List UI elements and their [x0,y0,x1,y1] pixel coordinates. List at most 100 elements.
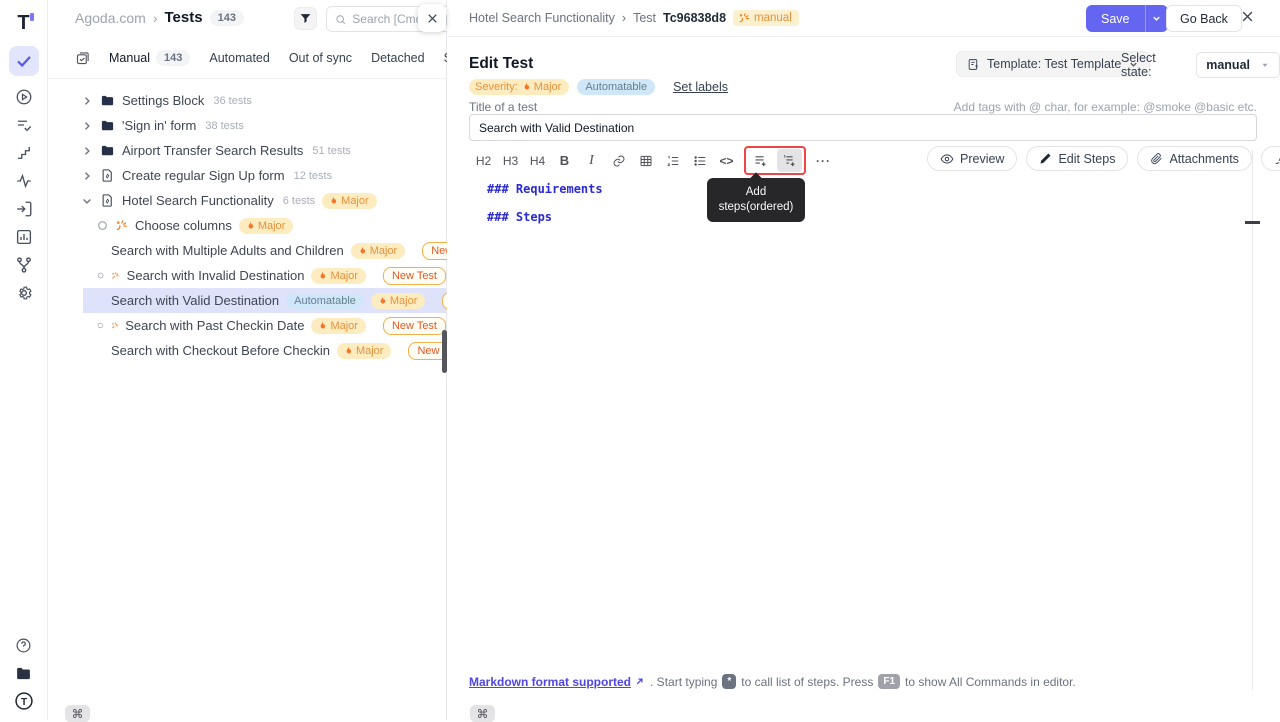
preview-button[interactable]: Preview [927,146,1017,171]
manual-snap-icon [738,12,750,24]
tab-automated[interactable]: Automated [209,51,269,65]
attachments-button[interactable]: Attachments [1137,146,1251,171]
link-button[interactable] [606,149,631,172]
markdown-editor[interactable]: ### Requirements ### Steps [469,176,1240,660]
editor-line-requirements: ### Requirements [487,182,603,196]
automatable-badge[interactable]: Automatable [577,79,655,95]
flame-icon [317,321,327,331]
play-circle-icon [15,88,33,106]
tree-test-choose-columns[interactable]: Choose columns Major [83,213,446,238]
major-badge: Major [371,293,426,309]
state-select[interactable]: manual [1196,52,1280,78]
add-steps-unordered-button[interactable] [748,149,773,172]
tree-test-multiple-adults[interactable]: Search with Multiple Adults and Children… [83,238,446,263]
close-icon [426,12,439,25]
add-steps-ordered-button[interactable] [777,149,802,172]
runs-nav-icon[interactable] [9,82,39,112]
table-button[interactable] [633,149,658,172]
set-labels-link[interactable]: Set labels [673,80,728,94]
bullet-list-button[interactable] [687,149,712,172]
tree-test-invalid-destination[interactable]: Search with Invalid Destination Major Ne… [83,263,446,288]
major-badge: Major [239,218,294,234]
help-icon[interactable] [9,630,39,660]
state-select-label: Select state: [1121,51,1188,79]
sidebar-close-button[interactable] [418,4,446,32]
document-icon [100,193,115,208]
breadcrumb-test-label: Test [633,11,656,25]
tree-test-checkout-before-checkin[interactable]: Search with Checkout Before Checkin Majo… [83,338,446,363]
markdown-help-link[interactable]: Markdown format supported [469,675,645,689]
tree-suite-hotel-search[interactable]: Hotel Search Functionality 6 tests Major [75,188,446,213]
add-steps-tooltip: Add steps(ordered) [707,178,805,222]
tree-test-valid-destination[interactable]: Search with Valid Destination Automatabl… [83,288,446,313]
reports-nav-icon[interactable] [9,222,39,252]
save-button[interactable]: Save [1086,5,1145,32]
breadcrumb-separator: › [153,10,158,26]
tab-detached[interactable]: Detached [371,51,425,65]
ordered-list-add-icon [782,153,797,168]
flame-icon [245,221,255,231]
plans-nav-icon[interactable] [9,110,39,140]
bold-button[interactable]: B [552,149,577,172]
search-icon [335,13,346,26]
italic-button[interactable]: I [579,149,604,172]
tabs-divider [48,78,447,79]
heading3-button[interactable]: H3 [498,149,523,172]
tab-manual[interactable]: Manual 143 [109,50,190,66]
branches-nav-icon[interactable] [9,250,39,280]
folder-icon [100,118,115,133]
link-icon [612,154,626,168]
tree-folder-airport-transfer[interactable]: Airport Transfer Search Results 51 tests [75,138,446,163]
app-logo[interactable]: T [9,8,39,38]
flame-icon [357,246,367,256]
toolbar-more-button[interactable]: ··· [811,149,836,172]
import-nav-icon[interactable] [9,194,39,224]
go-back-button[interactable]: Go Back [1166,5,1242,32]
brand-circle-icon: T [14,691,34,711]
draw-button[interactable]: Draw [1261,146,1280,171]
manual-snap-icon [111,319,119,332]
edit-steps-button[interactable]: Edit Steps [1026,146,1128,171]
tree-folder-settings-block[interactable]: Settings Block 36 tests [75,88,446,113]
table-icon [639,154,653,168]
panel-close-button[interactable] [1240,9,1255,24]
breadcrumb-suite[interactable]: Hotel Search Functionality [469,11,615,25]
settings-nav-icon[interactable] [9,278,39,308]
test-title-input[interactable] [469,114,1257,141]
chevron-down-icon [1151,13,1162,24]
ordered-list-button[interactable] [660,149,685,172]
pulse-nav-icon[interactable] [9,166,39,196]
tree-test-past-checkin[interactable]: Search with Past Checkin Date Major New … [83,313,446,338]
tree-suite-create-sign-up[interactable]: Create regular Sign Up form 12 tests [75,163,446,188]
breadcrumb-project[interactable]: Agoda.com [75,10,146,26]
profile-icon[interactable]: T [9,686,39,716]
check-icon [15,52,33,70]
save-options-button[interactable] [1145,5,1168,32]
paperclip-icon [1150,152,1163,165]
major-badge: Major [351,243,406,259]
filter-button[interactable] [294,7,317,30]
select-all-icon[interactable] [75,51,90,66]
manual-snap-icon [115,219,128,232]
save-split-button: Save [1086,5,1168,32]
projects-icon[interactable] [9,658,39,688]
code-button[interactable]: <> [714,149,739,172]
editor-scroll-indicator[interactable] [1245,221,1260,224]
tests-nav-icon[interactable] [9,46,39,76]
main-breadcrumb: Hotel Search Functionality › Test Tc9683… [469,10,799,26]
title-field-label: Title of a test [469,100,537,114]
folder-icon [100,93,115,108]
manual-count-badge: 143 [156,50,190,66]
flame-icon [343,346,353,356]
title-label-row: Title of a test Add tags with @ char, fo… [469,100,1257,114]
automatable-badge: Automatable [286,293,364,309]
severity-badge[interactable]: Severity: Major [469,79,569,95]
steps-nav-icon[interactable] [9,138,39,168]
tree-folder-sign-in-form[interactable]: 'Sign in' form 38 tests [75,113,446,138]
heading4-button[interactable]: H4 [525,149,550,172]
heading2-button[interactable]: H2 [471,149,496,172]
chevron-down-icon [81,195,93,207]
tab-out-of-sync[interactable]: Out of sync [289,51,352,65]
breadcrumb-section: Tests [165,9,203,26]
tests-count-badge: 143 [210,10,244,26]
